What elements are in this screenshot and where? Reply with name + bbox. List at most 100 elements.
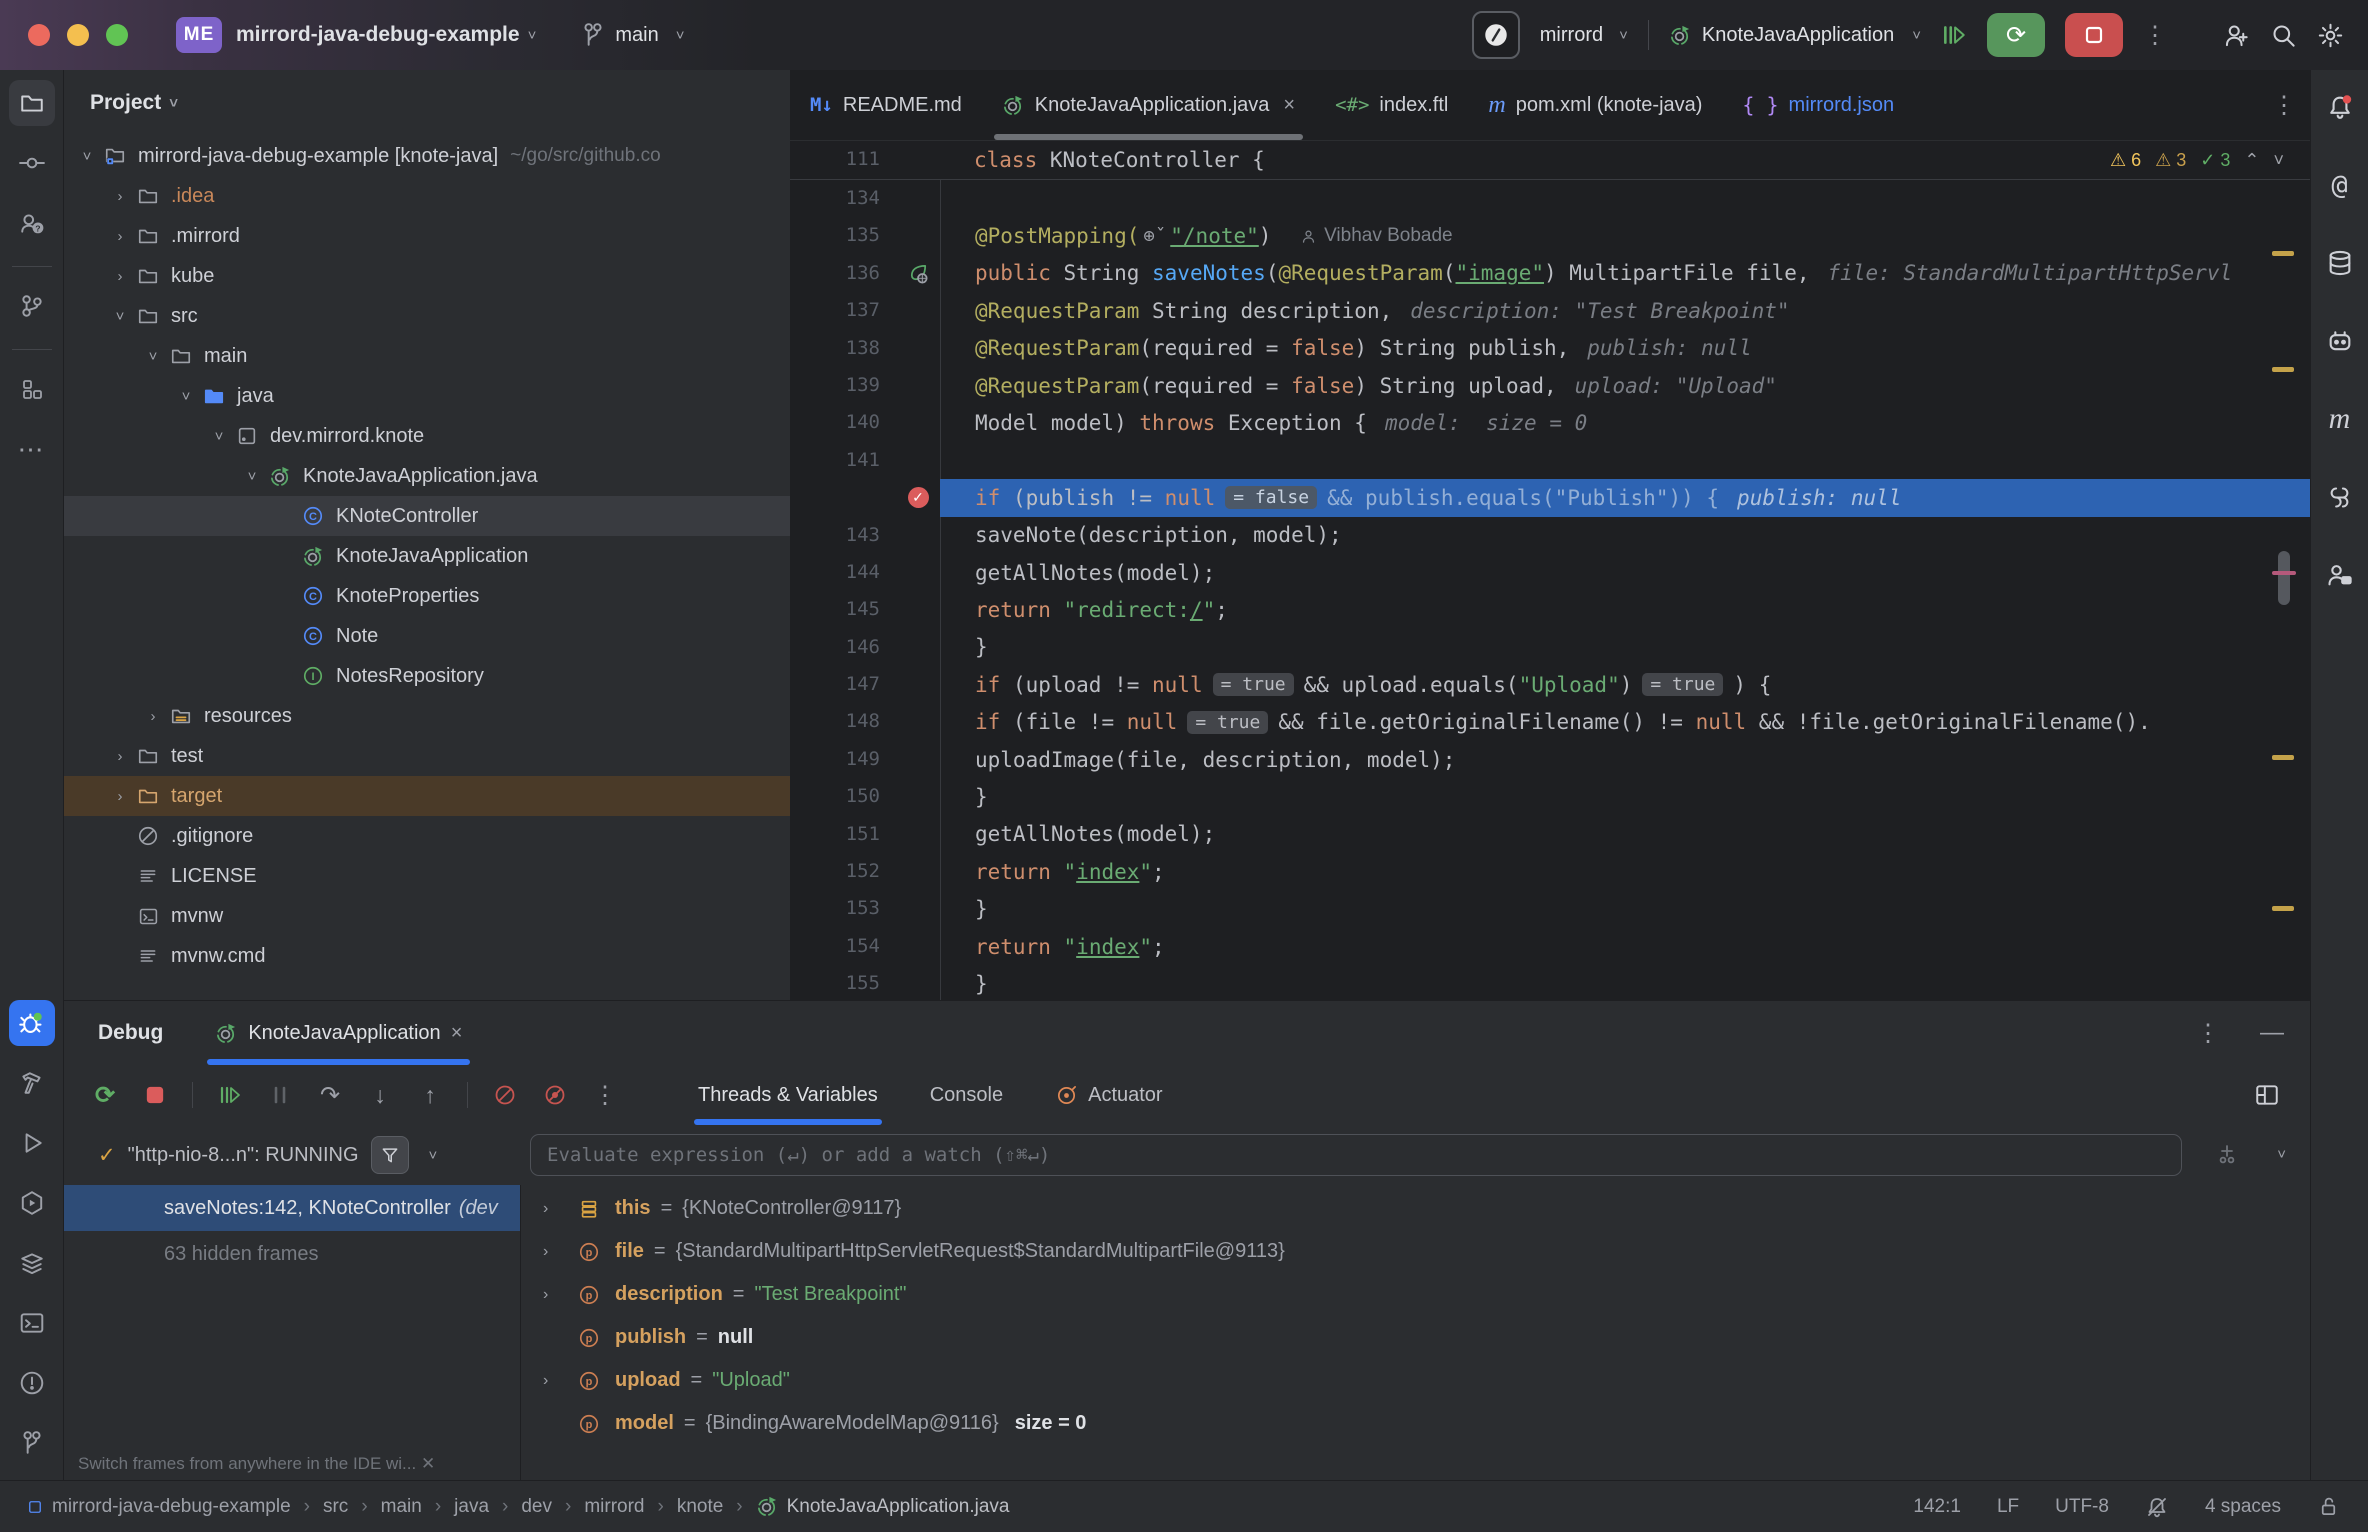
change-mark[interactable]: [2272, 906, 2294, 911]
code-line-134[interactable]: 134: [790, 180, 2310, 218]
code-line-138[interactable]: 138 @RequestParam (required = false) Stri…: [790, 329, 2310, 367]
plugin-icon[interactable]: [2317, 474, 2363, 520]
evaluate-expression-input[interactable]: Evaluate expression (↵) or add a watch (…: [530, 1134, 2182, 1176]
search-icon[interactable]: [2270, 22, 2297, 49]
git-icon[interactable]: [9, 1420, 55, 1466]
pause-icon[interactable]: [267, 1083, 293, 1107]
rerun-icon[interactable]: ⟳: [92, 1081, 118, 1110]
code-link[interactable]: "image": [1456, 261, 1545, 285]
gradle-icon[interactable]: [2317, 318, 2363, 364]
debug-tab-console[interactable]: Console: [930, 1065, 1003, 1125]
step-into-icon[interactable]: ↓: [367, 1082, 393, 1109]
inspection-widget[interactable]: ⚠ 6 ⚠ 3 ✓ 3 ⌃ ˅: [2110, 150, 2284, 171]
expand-chevron-icon[interactable]: ›: [543, 1200, 573, 1218]
code-line-148[interactable]: 148 if (file != null = true && file.getOri…: [790, 703, 2310, 741]
toolbar-more-icon[interactable]: ⋮: [592, 1081, 618, 1110]
expand-chevron-icon[interactable]: ›: [543, 1243, 573, 1261]
tab-pom-xml-knote-java-[interactable]: m pom.xml (knote-java): [1468, 70, 1722, 140]
code-link[interactable]: "/note": [1170, 224, 1259, 248]
line-number[interactable]: 144: [790, 554, 896, 591]
tree-item-src[interactable]: ˅ src: [64, 296, 790, 336]
code-line-144[interactable]: 144 getAllNotes(model);: [790, 553, 2310, 592]
code-line-153[interactable]: 153 }: [790, 890, 2310, 928]
tree-chevron-icon[interactable]: ˅: [140, 348, 166, 365]
frames-hint[interactable]: Switch frames from anywhere in the IDE w…: [78, 1454, 435, 1474]
zoom-window-button[interactable]: [106, 24, 128, 46]
line-number[interactable]: 155: [790, 965, 896, 1000]
database-icon[interactable]: [2317, 240, 2363, 286]
structure-icon[interactable]: [9, 1240, 55, 1286]
code-with-me-icon[interactable]: [2317, 552, 2363, 598]
tab-knotejavaapplication-java[interactable]: KnoteJavaApplication.java ×: [982, 70, 1315, 140]
code-link[interactable]: index: [1076, 860, 1139, 884]
add-user-icon[interactable]: [2223, 22, 2250, 49]
variable-row-description[interactable]: › p description = "Test Breakpoint": [521, 1273, 2310, 1316]
resume-icon[interactable]: [217, 1083, 243, 1107]
tree-item-knoteproperties[interactable]: C KnoteProperties: [64, 576, 790, 616]
caret-position[interactable]: 142:1: [1913, 1496, 1961, 1518]
thread-status[interactable]: ✓ "http-nio-8...n": RUNNING ˅: [64, 1136, 494, 1174]
profiler-icon[interactable]: [1941, 22, 1967, 48]
terminal-icon[interactable]: [9, 1300, 55, 1346]
view-breakpoints-icon[interactable]: [542, 1083, 568, 1107]
vcs-branch-icon[interactable]: [9, 283, 55, 329]
frames-filter-button[interactable]: [370, 1136, 409, 1174]
code-link[interactable]: /: [1190, 598, 1203, 622]
tree-chevron-icon[interactable]: ›: [140, 708, 166, 725]
tree-item-knotecontroller[interactable]: C KNoteController: [64, 496, 790, 536]
tree-item-license[interactable]: LICENSE: [64, 856, 790, 896]
more-tool-windows-icon[interactable]: ⋯: [9, 426, 55, 472]
tree-item-kube[interactable]: › kube: [64, 256, 790, 296]
line-number[interactable]: 143: [790, 517, 896, 554]
change-mark[interactable]: [2272, 367, 2294, 372]
tree-item-knotejavaapplication-java[interactable]: ˅ KnoteJavaApplication.java: [64, 456, 790, 496]
code-line-150[interactable]: 150 }: [790, 778, 2310, 816]
branch-widget[interactable]: main ˅: [580, 22, 684, 48]
code-line-149[interactable]: 149 uploadImage(file, description, model…: [790, 740, 2310, 779]
variable-row-file[interactable]: › p file = {StandardMultipartHttpServletRequ…: [521, 1230, 2310, 1273]
tree-chevron-icon[interactable]: ›: [107, 268, 133, 285]
next-problem-icon[interactable]: ˅: [2273, 150, 2284, 171]
code-line-140[interactable]: 140 Model model) throws Exception {model…: [790, 404, 2310, 442]
settings-icon[interactable]: [2317, 22, 2344, 49]
breadcrumb-item[interactable]: main: [381, 1496, 422, 1518]
tree-item-mvnw-cmd[interactable]: mvnw.cmd: [64, 936, 790, 976]
tree-item-dev-mirrord-knote[interactable]: ˅ dev.mirrord.knote: [64, 416, 790, 456]
code-line-135[interactable]: 135 @PostMapping(⊕ˇ "/note") Vibhav Bobad…: [790, 217, 2310, 255]
code-line-139[interactable]: 139 @RequestParam (required = false) Stri…: [790, 366, 2310, 405]
mute-breakpoints-icon[interactable]: [492, 1083, 518, 1107]
variable-row-upload[interactable]: › p upload = "Upload": [521, 1359, 2310, 1402]
tree-chevron-icon[interactable]: ›: [107, 188, 133, 205]
run-config-selector[interactable]: KnoteJavaApplication ˅: [1669, 24, 1921, 47]
code-line-154[interactable]: 154 return " index ";: [790, 927, 2310, 966]
code-line-145[interactable]: 145 return "redirect: / ";: [790, 591, 2310, 629]
change-mark[interactable]: [2272, 755, 2294, 760]
modules-icon[interactable]: [9, 366, 55, 412]
frame-row[interactable]: 63 hidden frames: [64, 1231, 520, 1277]
titlebar-more-icon[interactable]: ⋮: [2143, 21, 2167, 50]
error-stripe-mark[interactable]: [2272, 571, 2296, 575]
run-icon[interactable]: [9, 1120, 55, 1166]
line-number[interactable]: 152: [790, 853, 896, 890]
evaluate-chevron-icon[interactable]: ˅: [2277, 1146, 2286, 1163]
line-number[interactable]: 134: [790, 180, 896, 217]
weak-warning-icon[interactable]: ⚠ 3: [2155, 150, 2186, 171]
code-line-146[interactable]: 146 }: [790, 628, 2310, 667]
breadcrumb-item[interactable]: KnoteJavaApplication.java: [756, 1495, 1010, 1518]
tree-chevron-icon[interactable]: ˅: [74, 148, 100, 165]
line-number[interactable]: 138: [790, 330, 896, 367]
line-number[interactable]: 153: [790, 890, 896, 927]
variable-row-publish[interactable]: p publish = null: [521, 1316, 2310, 1359]
encoding[interactable]: UTF-8: [2055, 1496, 2109, 1518]
expand-chevron-icon[interactable]: ›: [543, 1372, 573, 1390]
code-line-136[interactable]: 136 public String saveNotes(@RequestPara…: [790, 254, 2310, 293]
tree-item-resources[interactable]: › resources: [64, 696, 790, 736]
line-number[interactable]: 148: [790, 703, 896, 740]
commit-icon[interactable]: [9, 140, 55, 186]
tree-item-knotejavaapplication[interactable]: KnoteJavaApplication: [64, 536, 790, 576]
minimize-window-button[interactable]: [67, 24, 89, 46]
code-line-142[interactable]: ✓ if (publish != null = false && publish.e…: [790, 479, 2310, 517]
close-window-button[interactable]: [28, 24, 50, 46]
code-line-143[interactable]: 143 saveNote(description, model);: [790, 516, 2310, 554]
debug-icon[interactable]: [8, 1000, 55, 1046]
